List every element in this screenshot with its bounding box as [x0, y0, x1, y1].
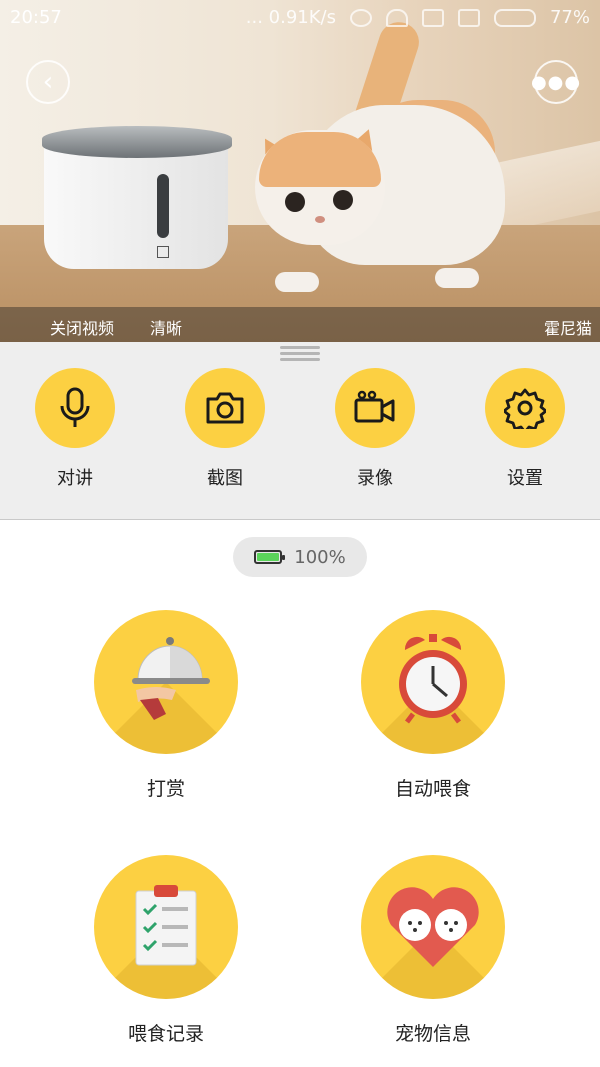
phone-battery-icon [493, 8, 536, 27]
serving-cloche-icon [132, 637, 210, 720]
camera-video-feed[interactable]: 20:57 ... 0.91K/s 77% ‹ ●●● 关闭视频 清晰 霍尼猫 [0, 0, 600, 342]
screenshot-label: 截图 [207, 468, 243, 489]
feed-record-label: 喂食记录 [127, 1023, 204, 1045]
record-label: 录像 [357, 468, 393, 489]
pet-info-button[interactable]: 宠物信息 [353, 855, 513, 1046]
clipboard-checklist-icon [135, 885, 197, 966]
control-panel: 对讲 截图 录像 设置 [0, 342, 600, 520]
kitten-image [245, 10, 505, 300]
screenshot-button[interactable]: 截图 [175, 368, 275, 490]
signal-icon [421, 8, 444, 27]
signal-icon-2 [457, 8, 480, 27]
more-button[interactable]: ●●● [530, 60, 582, 104]
video-control-bar: 关闭视频 清晰 霍尼猫 [0, 307, 600, 342]
microphone-icon [60, 387, 90, 427]
phone-battery-text: 77% [549, 7, 590, 28]
more-dots-icon: ●●● [530, 71, 582, 93]
reward-button[interactable]: 打赏 [86, 610, 246, 801]
back-button[interactable]: ‹ [26, 60, 70, 104]
device-battery-indicator: 100% [233, 537, 367, 577]
gear-icon [504, 388, 546, 429]
drag-handle[interactable] [280, 346, 320, 364]
battery-icon [254, 550, 286, 564]
intercom-button[interactable]: 对讲 [25, 368, 125, 490]
status-bar: 20:57 ... 0.91K/s 77% [0, 0, 600, 34]
alarm-clock-icon [399, 634, 467, 724]
record-button[interactable]: 录像 [325, 368, 425, 490]
network-speed: ... 0.91K/s [245, 7, 336, 28]
settings-label: 设置 [507, 468, 543, 489]
battery-level-fill [257, 553, 280, 561]
auto-feed-button[interactable]: 自动喂食 [353, 610, 513, 801]
settings-button[interactable]: 设置 [475, 368, 575, 490]
pet-info-label: 宠物信息 [394, 1023, 471, 1045]
wifi-icon [385, 8, 408, 27]
chevron-left-icon: ‹ [42, 67, 54, 97]
status-time: 20:57 [10, 7, 62, 28]
pets-heart-icon [387, 887, 479, 967]
feed-record-button[interactable]: 喂食记录 [86, 855, 246, 1046]
camera-icon [206, 392, 244, 424]
quality-button[interactable]: 清晰 [150, 315, 182, 339]
reward-label: 打赏 [146, 778, 185, 800]
close-video-button[interactable]: 关闭视频 [50, 315, 114, 339]
video-watermark: 霍尼猫 [543, 319, 592, 338]
alarm-icon [349, 8, 372, 27]
battery-percent: 100% [294, 546, 346, 568]
intercom-label: 对讲 [57, 468, 93, 489]
auto-feed-label: 自动喂食 [394, 778, 471, 800]
video-camera-icon [354, 390, 395, 423]
pet-fountain-image [42, 126, 237, 276]
